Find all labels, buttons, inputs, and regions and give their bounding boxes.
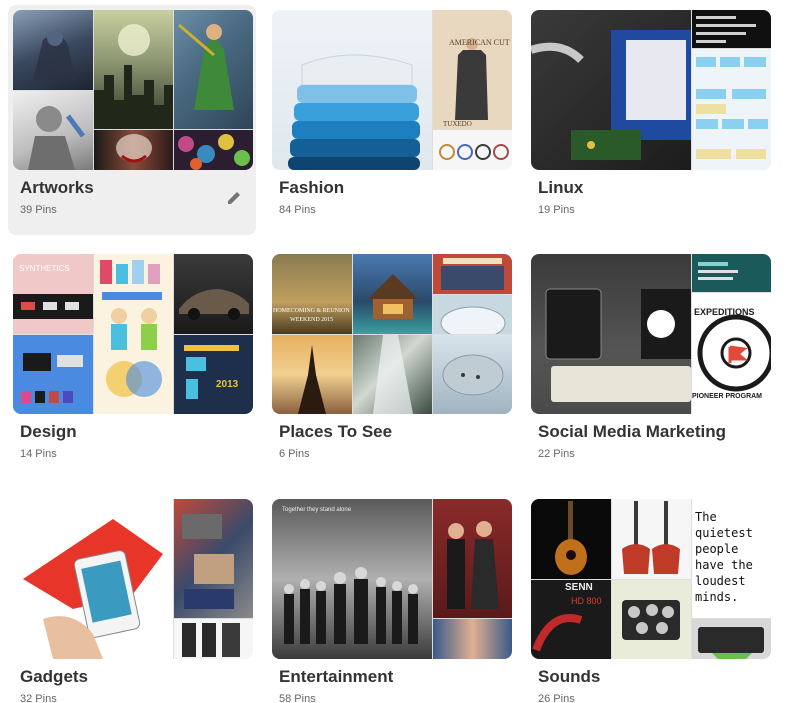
image-caption-hd800: HD 800 (571, 596, 602, 606)
image-caption-homecoming: HOMECOMING & REUNION (273, 308, 350, 314)
board-title[interactable]: Design (20, 422, 77, 442)
board-pin-count: 58 Pins (279, 693, 316, 703)
board-social-media-marketing[interactable]: EXPEDITIONS PIONEER PROGRAM Social Media… (526, 249, 774, 479)
image-caption-pioneer: PIONEER PROGRAM (692, 393, 763, 400)
cover-image-robot-parts (174, 499, 253, 618)
board-cover-collage: SYNTHETICS 2013 (13, 254, 253, 414)
cover-image-glass-dome (433, 295, 512, 334)
board-places-to-see[interactable]: HOMECOMING & REUNION WEEKEND 2015 Places… (267, 249, 515, 479)
board-linux[interactable]: Linux 19 Pins (526, 5, 774, 235)
cover-image-synth-controller (692, 619, 771, 659)
image-caption-expeditions: EXPEDITIONS (694, 307, 755, 317)
cover-image-bean-sculpture (433, 335, 512, 414)
image-caption-american-cut: AMERICAN CUT (449, 38, 510, 47)
board-pin-count: 39 Pins (20, 204, 57, 216)
board-pin-count: 32 Pins (20, 693, 57, 703)
cover-image-joker (94, 130, 173, 170)
board-cover-collage: The quietest people have the loudest min… (531, 499, 771, 659)
board-title[interactable]: Linux (538, 178, 583, 198)
cover-image-sketch-portrait (13, 91, 93, 170)
cover-image-electric-guitars (612, 499, 691, 579)
cover-image-terminal (692, 10, 771, 48)
board-design[interactable]: SYNTHETICS 2013 Design 14 Pins (8, 249, 256, 479)
cover-image-remote (174, 619, 253, 659)
board-cover-collage: Together they stand alone (272, 499, 512, 659)
board-fashion[interactable]: AMERICAN CUT TUXEDO Fashion 84 Pins (267, 5, 515, 235)
cover-image-cabin (353, 254, 432, 334)
cover-image-desk-setup (531, 254, 691, 414)
board-cover-collage: AMERICAN CUT TUXEDO (272, 10, 512, 170)
board-entertainment[interactable]: Together they stand alone Entertainment (267, 494, 515, 703)
board-title[interactable]: Social Media Marketing (538, 422, 726, 442)
board-pin-count: 14 Pins (20, 448, 57, 460)
image-caption-tuxedo: TUXEDO (443, 120, 472, 128)
board-pin-count: 22 Pins (538, 448, 575, 460)
image-caption-synthetics: SYNTHETICS (19, 264, 70, 273)
cover-image-headphones: SENN HD 800 (531, 580, 611, 659)
cover-image-synthetics-ui: SYNTHETICS (13, 254, 93, 334)
cover-image-eiffel-tower (272, 335, 352, 414)
board-gadgets[interactable]: Gadgets 32 Pins (8, 494, 256, 703)
cover-image-drum-pad (612, 580, 691, 659)
board-pin-count: 19 Pins (538, 204, 575, 216)
cover-image-green-arrow (174, 10, 253, 129)
cover-image-sports-car (174, 254, 253, 334)
cover-image-batman-city (94, 10, 173, 129)
board-title[interactable]: Fashion (279, 178, 344, 198)
cover-image-raspberry-display (531, 10, 691, 170)
image-caption-quote: The quietest people have the loudest min… (695, 510, 753, 604)
board-cover-collage (13, 499, 253, 659)
board-title[interactable]: Artworks (20, 178, 94, 198)
board-title[interactable]: Places To See (279, 422, 392, 442)
cover-image-group-poster: Together they stand alone (272, 499, 432, 659)
cover-image-reunion-city: HOMECOMING & REUNION WEEKEND 2015 (272, 254, 352, 334)
board-title[interactable]: Entertainment (279, 667, 393, 687)
image-caption-2013: 2013 (216, 379, 239, 390)
board-cover-collage (13, 10, 253, 170)
cover-image-workspace (13, 335, 93, 414)
board-sounds[interactable]: The quietest people have the loudest min… (526, 494, 774, 703)
cover-image-acoustic-guitar (531, 499, 611, 579)
board-pin-count: 84 Pins (279, 204, 316, 216)
pencil-icon (228, 192, 240, 204)
image-caption-senn: SENN (565, 582, 593, 593)
cover-image-waterfall (353, 335, 432, 414)
cover-image-folded-shirts (272, 10, 432, 170)
image-caption-together: Together they stand alone (282, 507, 352, 513)
board-cover-collage (531, 10, 771, 170)
board-pin-count: 6 Pins (279, 448, 310, 460)
cover-image-armored-knight (13, 10, 93, 90)
cover-image-expeditions-badge: EXPEDITIONS PIONEER PROGRAM (692, 293, 771, 414)
board-pin-count: 26 Pins (538, 693, 575, 703)
cover-image-suit-guide: AMERICAN CUT TUXEDO (433, 10, 512, 129)
board-cover-collage: HOMECOMING & REUNION WEEKEND 2015 (272, 254, 512, 414)
cover-image-stats-infographic: 2013 (174, 335, 253, 414)
cover-image-sunglasses (433, 130, 512, 170)
cover-image-red-carpet (433, 499, 512, 618)
board-cover-collage: EXPEDITIONS PIONEER PROGRAM (531, 254, 771, 414)
cover-image-systemd-chart (692, 49, 771, 170)
cover-image-quote: The quietest people have the loudest min… (692, 499, 771, 618)
cover-image-flowers (174, 130, 253, 170)
cover-image-stats-card (692, 254, 771, 292)
board-title[interactable]: Gadgets (20, 667, 88, 687)
edit-board-button[interactable] (224, 188, 244, 208)
board-artworks[interactable]: Artworks 39 Pins (8, 5, 256, 235)
cover-image-portrait (433, 619, 512, 659)
board-title[interactable]: Sounds (538, 667, 600, 687)
cover-image-storefront (433, 254, 512, 294)
image-caption-weekend: WEEKEND 2015 (290, 317, 334, 323)
cover-image-infographic (94, 254, 173, 414)
cover-image-paper-plane-phone (13, 499, 173, 659)
